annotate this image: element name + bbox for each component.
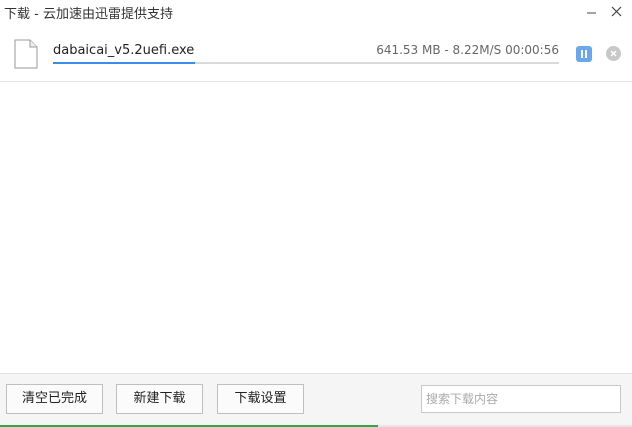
close-icon: [611, 6, 622, 17]
window-title: 下载 - 云加速由迅雷提供支持: [4, 7, 173, 22]
close-circle-icon: [610, 50, 617, 57]
download-settings-button[interactable]: 下载设置: [217, 384, 304, 414]
file-icon: [14, 39, 38, 69]
cancel-download-button[interactable]: [606, 46, 621, 61]
pause-button[interactable]: [576, 46, 592, 62]
close-button[interactable]: [604, 0, 628, 24]
file-name[interactable]: dabaicai_v5.2uefi.exe: [53, 43, 194, 58]
progress-fill: [53, 62, 195, 64]
title-bar: 下载 - 云加速由迅雷提供支持: [0, 0, 632, 24]
footer-toolbar: 清空已完成 新建下载 下载设置: [0, 373, 632, 427]
new-download-button[interactable]: 新建下载: [116, 384, 203, 414]
download-item[interactable]: dabaicai_v5.2uefi.exe 641.53 MB - 8.22M/…: [0, 28, 632, 82]
clear-completed-button[interactable]: 清空已完成: [6, 384, 103, 414]
minimize-icon: [587, 12, 596, 14]
minimize-button[interactable]: [579, 0, 603, 24]
search-input[interactable]: [421, 385, 621, 413]
progress-bar: [53, 62, 559, 64]
download-window: 下载 - 云加速由迅雷提供支持 dabaicai_v5.2uefi.exe 64…: [0, 0, 632, 427]
download-status: 641.53 MB - 8.22M/S 00:00:56: [376, 43, 559, 57]
